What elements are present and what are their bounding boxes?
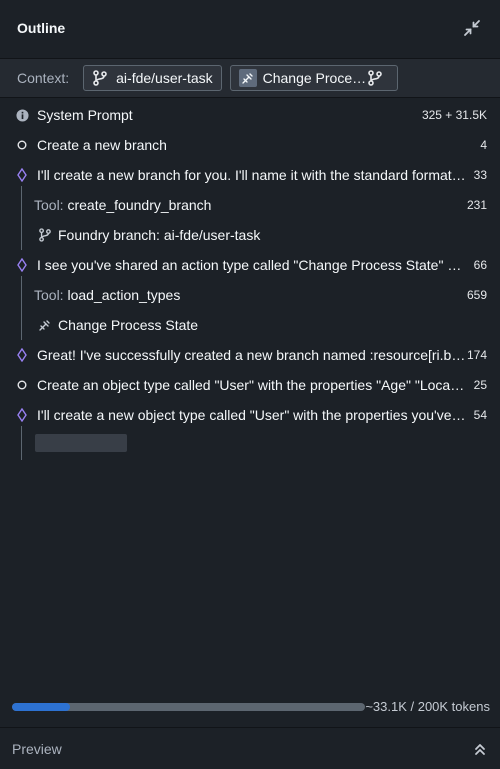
row-text: Tool: create_foundry_branch bbox=[34, 197, 466, 213]
token-count: 4 bbox=[480, 138, 487, 152]
preview-footer[interactable]: Preview bbox=[0, 727, 500, 769]
token-count: 25 bbox=[473, 378, 487, 392]
token-count: 174 bbox=[466, 348, 487, 362]
row-text: I'll create a new branch for you. I'll n… bbox=[37, 167, 466, 183]
outline-panel: Outline Context: ai-fde/user-task Change… bbox=[0, 0, 500, 769]
outline-row-tool-call[interactable]: Tool: load_action_types 659 bbox=[0, 280, 500, 310]
outline-row-tool-result[interactable]: Change Process State bbox=[0, 310, 500, 340]
outline-row-system-prompt[interactable]: System Prompt 325 + 31.5K bbox=[0, 100, 500, 130]
tool-label: Tool: bbox=[34, 197, 64, 213]
token-count: 54 bbox=[473, 408, 487, 422]
token-count: 66 bbox=[473, 258, 487, 272]
outline-row-assistant-message[interactable]: I'll create a new object type called "Us… bbox=[0, 400, 500, 430]
circle-icon bbox=[15, 378, 29, 392]
context-bar: Context: ai-fde/user-task Change Process… bbox=[0, 58, 500, 98]
outline-header: Outline bbox=[0, 0, 500, 56]
row-text: Change Process State bbox=[58, 317, 199, 333]
token-usage-text: ~33.1K / 200K tokens bbox=[365, 699, 490, 714]
branch-context-label: ai-fde/user-task bbox=[116, 70, 213, 86]
row-text: Create an object type called "User" with… bbox=[37, 377, 466, 393]
loading-skeleton bbox=[35, 434, 127, 452]
git-branch-icon bbox=[367, 70, 383, 86]
row-text: I'll create a new object type called "Us… bbox=[37, 407, 466, 423]
action-context-chip[interactable]: Change Process State bbox=[229, 65, 398, 91]
token-progress-bar bbox=[12, 703, 365, 711]
token-count: 325 + 31.5K bbox=[421, 108, 487, 122]
action-type-icon bbox=[238, 69, 257, 87]
outline-row-assistant-message[interactable]: Great! I've successfully created a new b… bbox=[0, 340, 500, 370]
row-text: I see you've shared an action type calle… bbox=[37, 257, 466, 273]
circle-icon bbox=[15, 138, 29, 152]
preview-label: Preview bbox=[12, 740, 62, 757]
token-count: 231 bbox=[466, 198, 487, 212]
diamond-icon bbox=[15, 408, 29, 422]
double-chevron-up-icon[interactable] bbox=[472, 741, 488, 757]
outline-row-tool-result[interactable]: Foundry branch: ai-fde/user-task bbox=[0, 220, 500, 250]
diamond-icon bbox=[15, 168, 29, 182]
outline-row-tool-call[interactable]: Tool: create_foundry_branch 231 bbox=[0, 190, 500, 220]
outline-row-assistant-message[interactable]: I see you've shared an action type calle… bbox=[0, 250, 500, 280]
tool-name: create_foundry_branch bbox=[67, 197, 212, 213]
git-branch-icon bbox=[37, 227, 53, 243]
git-branch-icon bbox=[92, 70, 108, 86]
diamond-icon bbox=[15, 258, 29, 272]
token-count: 659 bbox=[466, 288, 487, 302]
minimize-icon[interactable] bbox=[461, 17, 483, 39]
context-label: Context: bbox=[17, 70, 70, 86]
action-context-label: Change Process State bbox=[262, 70, 367, 86]
thread-line bbox=[21, 426, 22, 460]
row-text: System Prompt bbox=[37, 107, 133, 123]
token-progress-fill bbox=[12, 703, 71, 711]
branch-context-chip[interactable]: ai-fde/user-task bbox=[83, 65, 222, 91]
outline-row-user-message[interactable]: Create an object type called "User" with… bbox=[0, 370, 500, 400]
row-text: Foundry branch: ai-fde/user-task bbox=[58, 227, 261, 243]
row-text: Great! I've successfully created a new b… bbox=[37, 347, 466, 363]
tool-name: load_action_types bbox=[67, 287, 181, 303]
action-type-icon bbox=[37, 317, 53, 333]
token-count: 33 bbox=[473, 168, 487, 182]
outline-row-user-message[interactable]: Create a new branch 4 bbox=[0, 130, 500, 160]
panel-title: Outline bbox=[17, 20, 66, 36]
tool-label: Tool: bbox=[34, 287, 64, 303]
row-text: Create a new branch bbox=[37, 137, 167, 153]
outline-row-assistant-message[interactable]: I'll create a new branch for you. I'll n… bbox=[0, 160, 500, 190]
row-text: Tool: load_action_types bbox=[34, 287, 466, 303]
info-icon bbox=[15, 108, 29, 122]
diamond-icon bbox=[15, 348, 29, 362]
